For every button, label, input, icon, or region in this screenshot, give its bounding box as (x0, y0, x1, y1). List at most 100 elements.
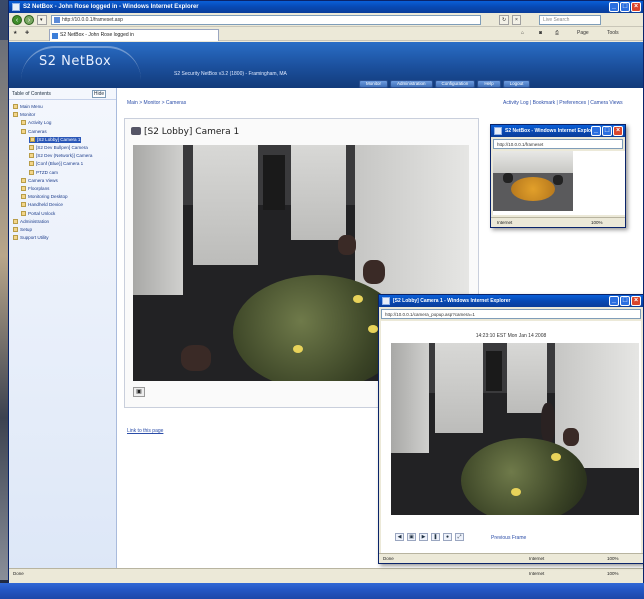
banner-subtitle: S2 Security NetBox v3.2 (1800) - Framing… (174, 71, 287, 77)
sidebar: Table of Contents Hide Main Menu Monitor A… (9, 88, 117, 568)
rewind-icon[interactable]: ◀ (395, 533, 404, 541)
page-menu[interactable]: Page (577, 30, 589, 36)
folder-icon (13, 235, 18, 241)
feed-left-wall (391, 343, 429, 453)
static-page-link[interactable]: Link to this page (127, 428, 163, 434)
camera-popup-titlebar[interactable]: [S2 Lobby] Camera 1 - Windows Internet E… (379, 295, 643, 307)
tools-menu[interactable]: Tools (607, 30, 619, 36)
add-favorites-icon[interactable]: ✚ (25, 30, 29, 36)
sidebar-item[interactable]: Monitoring Desktop (21, 194, 68, 200)
camera-icon (29, 153, 34, 159)
sidebar-item[interactable]: Handheld Device (21, 202, 63, 208)
camera-popup-window: [S2 Lobby] Camera 1 - Windows Internet E… (378, 294, 644, 564)
popup-camera-feed[interactable] (391, 343, 639, 515)
ie-icon (12, 3, 20, 11)
maximize-button[interactable]: □ (620, 296, 630, 306)
feed-table (511, 177, 555, 201)
previous-frame-link[interactable]: Previous Frame (491, 535, 526, 541)
home-icon[interactable]: ⌂ (521, 30, 524, 36)
playback-icon[interactable]: ▶ (419, 533, 428, 541)
camera-popup-address[interactable]: http://10.0.0.1/camera_popup.asp?camera=… (381, 309, 641, 319)
mini-popup-titlebar[interactable]: S2 NetBox - Windows Internet Explorer _ … (491, 125, 625, 137)
feed-chair (181, 345, 211, 371)
refresh-button[interactable]: ↻ (499, 15, 510, 25)
page-icon (54, 17, 60, 23)
close-button[interactable]: × (613, 126, 623, 136)
camera-icon (29, 145, 34, 150)
taskbar (0, 583, 644, 599)
feed-pillar-1 (435, 343, 483, 433)
maximize-button[interactable]: □ (620, 2, 630, 12)
stop-button[interactable]: × (512, 15, 521, 25)
sidebar-item[interactable]: PTZD cam (29, 169, 58, 176)
status-text: Done (383, 556, 394, 561)
sidebar-item[interactable]: Main Menu (13, 104, 43, 110)
camera-popup-title: [S2 Lobby] Camera 1 - Windows Internet E… (393, 298, 511, 304)
sidebar-item[interactable]: [S2 Lobby] Camera 1 (29, 136, 82, 143)
sidebar-item[interactable]: Support Utility (13, 235, 49, 241)
feed-hallway (486, 351, 502, 391)
status-zoom[interactable]: 100% (607, 554, 619, 564)
close-button[interactable]: × (631, 2, 641, 12)
step-icon[interactable]: ❚ (431, 533, 440, 541)
search-input[interactable]: Live Search (539, 15, 601, 25)
menu-configuration[interactable]: Configuration (434, 80, 476, 88)
minimize-button[interactable]: _ (591, 126, 601, 136)
close-button[interactable]: × (631, 296, 641, 306)
address-bar[interactable]: http://10.0.0.1/frameset.asp (51, 15, 481, 25)
menu-logout[interactable]: Logout (502, 80, 531, 88)
record-icon[interactable]: ● (443, 533, 452, 541)
sidebar-item[interactable]: Camera Views (21, 177, 58, 184)
fullscreen-icon[interactable]: ⤢ (455, 533, 464, 541)
status-zoom[interactable]: 100% (607, 569, 619, 579)
feeds-icon[interactable]: ◙ (539, 30, 542, 36)
sidebar-item[interactable]: [Conf (Blue)] Camera 1 (29, 161, 83, 167)
feed-pillar-1 (193, 145, 258, 265)
minimize-button[interactable]: _ (609, 2, 619, 12)
feed-plant (461, 438, 587, 515)
playback-controls: ◀ ▣ ▶ ❚ ● ⤢ (395, 533, 475, 542)
breadcrumb[interactable]: Main > Monitor > Cameras (127, 100, 186, 106)
folder-icon (13, 112, 18, 118)
print-icon[interactable]: ⎙ (555, 30, 559, 36)
feed-chair (363, 260, 385, 284)
sidebar-item-label: [Conf (Blue)] Camera 1 (36, 161, 84, 167)
feed-pillar-2 (291, 145, 346, 240)
feed-chair (338, 235, 356, 255)
menu-help[interactable]: Help (477, 80, 501, 88)
camera-icon (29, 161, 34, 167)
sidebar-item[interactable]: Setup (13, 227, 32, 233)
minimize-button[interactable]: _ (609, 296, 619, 306)
browser-tab[interactable]: S2 NetBox - John Rose logged in (49, 29, 219, 41)
sidebar-item[interactable]: Activity Log (21, 120, 52, 126)
mini-camera-feed[interactable] (493, 151, 573, 211)
sidebar-item-label: Support Utility (20, 235, 49, 241)
main-window-titlebar[interactable]: S2 NetBox - John Rose logged in - Window… (9, 1, 643, 13)
folder-icon (21, 128, 26, 134)
sidebar-header: Table of Contents Hide (9, 88, 116, 100)
snapshot-icon[interactable]: ▣ (407, 533, 416, 541)
sidebar-item[interactable]: Cameras (21, 128, 47, 135)
mini-popup-address[interactable]: http://10.0.0.1/frameset (493, 139, 623, 149)
sidebar-item[interactable]: Monitor (13, 112, 35, 118)
menu-monitor[interactable]: Monitor (359, 80, 389, 88)
sidebar-item[interactable]: Portal Unlock (21, 210, 55, 217)
top-right-links[interactable]: Activity Log | Bookmark | Preferences | … (503, 100, 623, 106)
sidebar-item[interactable]: [S2 Dev Bullpen] Camera (29, 145, 88, 151)
snapshot-button[interactable]: ▣ (133, 387, 145, 397)
sidebar-hide-button[interactable]: Hide (92, 90, 106, 98)
favorites-star-icon[interactable]: ★ (13, 30, 17, 36)
forward-icon[interactable]: › (24, 15, 34, 25)
maximize-button[interactable]: □ (602, 126, 612, 136)
status-zoom[interactable]: 100% (591, 218, 603, 228)
recent-pages-button[interactable]: ▾ (37, 15, 47, 25)
tab-row: ★ ✚ S2 NetBox - John Rose logged in ⌂ ◙ … (9, 27, 643, 41)
mini-popup-status-bar: Internet 100% (491, 217, 625, 227)
feed-person (541, 403, 555, 443)
sidebar-item[interactable]: Administration (13, 218, 49, 225)
sidebar-item[interactable]: Floorplans (21, 186, 49, 192)
folder-icon (21, 194, 26, 200)
sidebar-item[interactable]: [S2 Dev (Network)] Camera (29, 153, 92, 159)
back-icon[interactable]: ‹ (12, 15, 22, 25)
menu-administration[interactable]: Administration (390, 80, 433, 88)
